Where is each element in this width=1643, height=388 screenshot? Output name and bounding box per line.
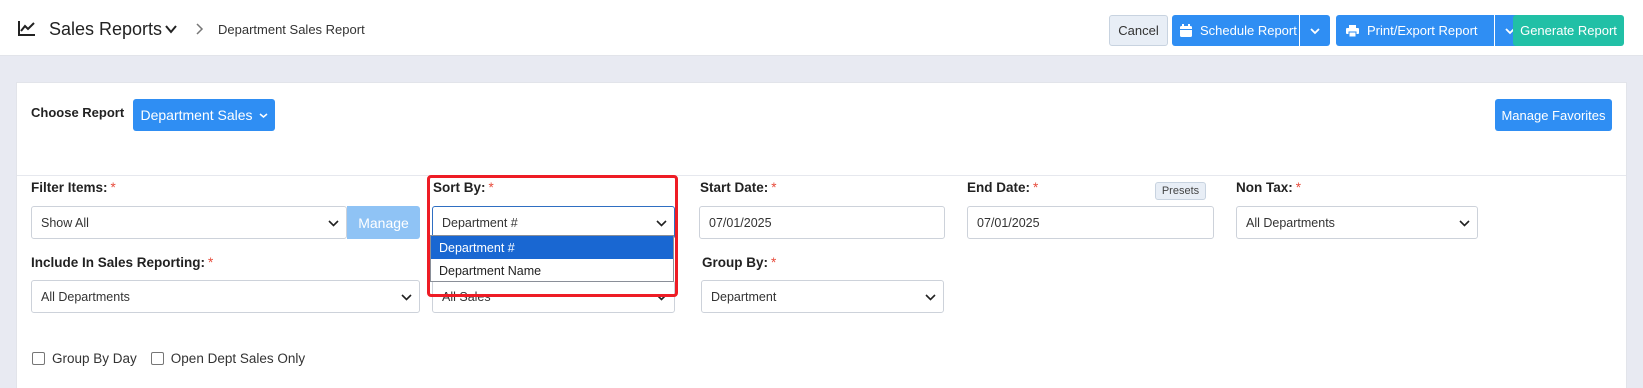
choose-report-dropdown[interactable]: Department Sales [133,99,275,131]
cancel-button[interactable]: Cancel [1109,15,1168,46]
chevron-down-icon [401,294,412,301]
sort-by-option-department-name[interactable]: Department Name [431,259,673,282]
sales-type-select[interactable]: All Sales [432,280,675,313]
group-by-label: Group By: * [702,255,777,270]
filter-items-value: Show All [41,215,89,230]
print-export-label: Print/Export Report [1367,23,1478,38]
end-date-input[interactable]: 07/01/2025 [967,206,1214,239]
generate-report-label: Generate Report [1520,23,1617,38]
report-card: Choose Report Department Sales Manage Fa… [16,82,1627,388]
generate-report-button[interactable]: Generate Report [1513,15,1624,46]
group-by-day-checkbox[interactable] [32,352,45,365]
line-chart-icon [18,21,35,36]
include-in-sales-label: Include In Sales Reporting: * [31,255,214,270]
choose-report-label: Choose Report [31,105,125,120]
section-divider [17,175,1626,176]
filter-items-label: Filter Items: * [31,180,116,195]
top-bar: Sales Reports Department Sales Report Ca… [0,0,1643,56]
include-in-sales-select[interactable]: All Departments [31,280,420,313]
include-in-sales-value: All Departments [41,289,130,304]
manage-filter-button[interactable]: Manage [347,206,420,239]
sales-type-value: All Sales [442,289,491,304]
calendar-icon [1180,24,1192,37]
end-date-value: 07/01/2025 [977,215,1040,230]
sort-by-label: Sort By: * [433,180,494,195]
print-export-button[interactable]: Print/Export Report [1336,15,1494,46]
chevron-down-icon [259,112,268,118]
sort-by-dropdown-list: Department # Department Name [430,235,674,282]
chevron-down-icon [656,294,667,301]
start-date-value: 07/01/2025 [709,215,772,230]
manage-favorites-label: Manage Favorites [1501,107,1606,123]
non-tax-select[interactable]: All Departments [1236,206,1478,239]
schedule-report-button[interactable]: Schedule Report [1172,15,1299,46]
end-date-label: End Date: * [967,180,1039,195]
sort-by-option-department-number[interactable]: Department # [431,236,673,259]
chevron-down-icon[interactable] [164,22,178,36]
chevron-right-icon [196,23,204,35]
open-dept-sales-only-checkbox[interactable] [150,352,164,365]
chevron-down-icon [1459,220,1470,227]
non-tax-value: All Departments [1246,215,1335,230]
cancel-button-label: Cancel [1118,23,1159,38]
chevron-down-icon [656,220,667,227]
group-by-select[interactable]: Department [701,280,944,313]
group-by-day-label[interactable]: Group By Day [52,351,137,366]
group-by-value: Department [711,289,777,304]
printer-icon [1346,24,1359,37]
app-title[interactable]: Sales Reports [49,19,162,40]
manage-label: Manage [358,214,409,231]
selected-report-label: Department Sales [140,107,253,123]
chevron-down-icon [328,220,339,227]
presets-label: Presets [1161,185,1200,197]
date-presets-button[interactable]: Presets [1155,182,1206,200]
sort-by-value: Department # [442,215,518,230]
manage-favorites-button[interactable]: Manage Favorites [1495,99,1612,131]
non-tax-label: Non Tax: * [1236,180,1302,195]
chevron-down-icon [925,294,936,301]
open-dept-sales-only-label[interactable]: Open Dept Sales Only [171,351,305,366]
start-date-input[interactable]: 07/01/2025 [699,206,945,239]
chevron-down-icon [1310,27,1320,34]
filter-items-select[interactable]: Show All [31,206,347,239]
start-date-label: Start Date: * [700,180,777,195]
schedule-report-dropdown-button[interactable] [1300,15,1330,46]
schedule-report-label: Schedule Report [1200,23,1297,38]
breadcrumb-current: Department Sales Report [218,22,365,37]
checkbox-row: Group By Day Open Dept Sales Only [32,351,305,366]
